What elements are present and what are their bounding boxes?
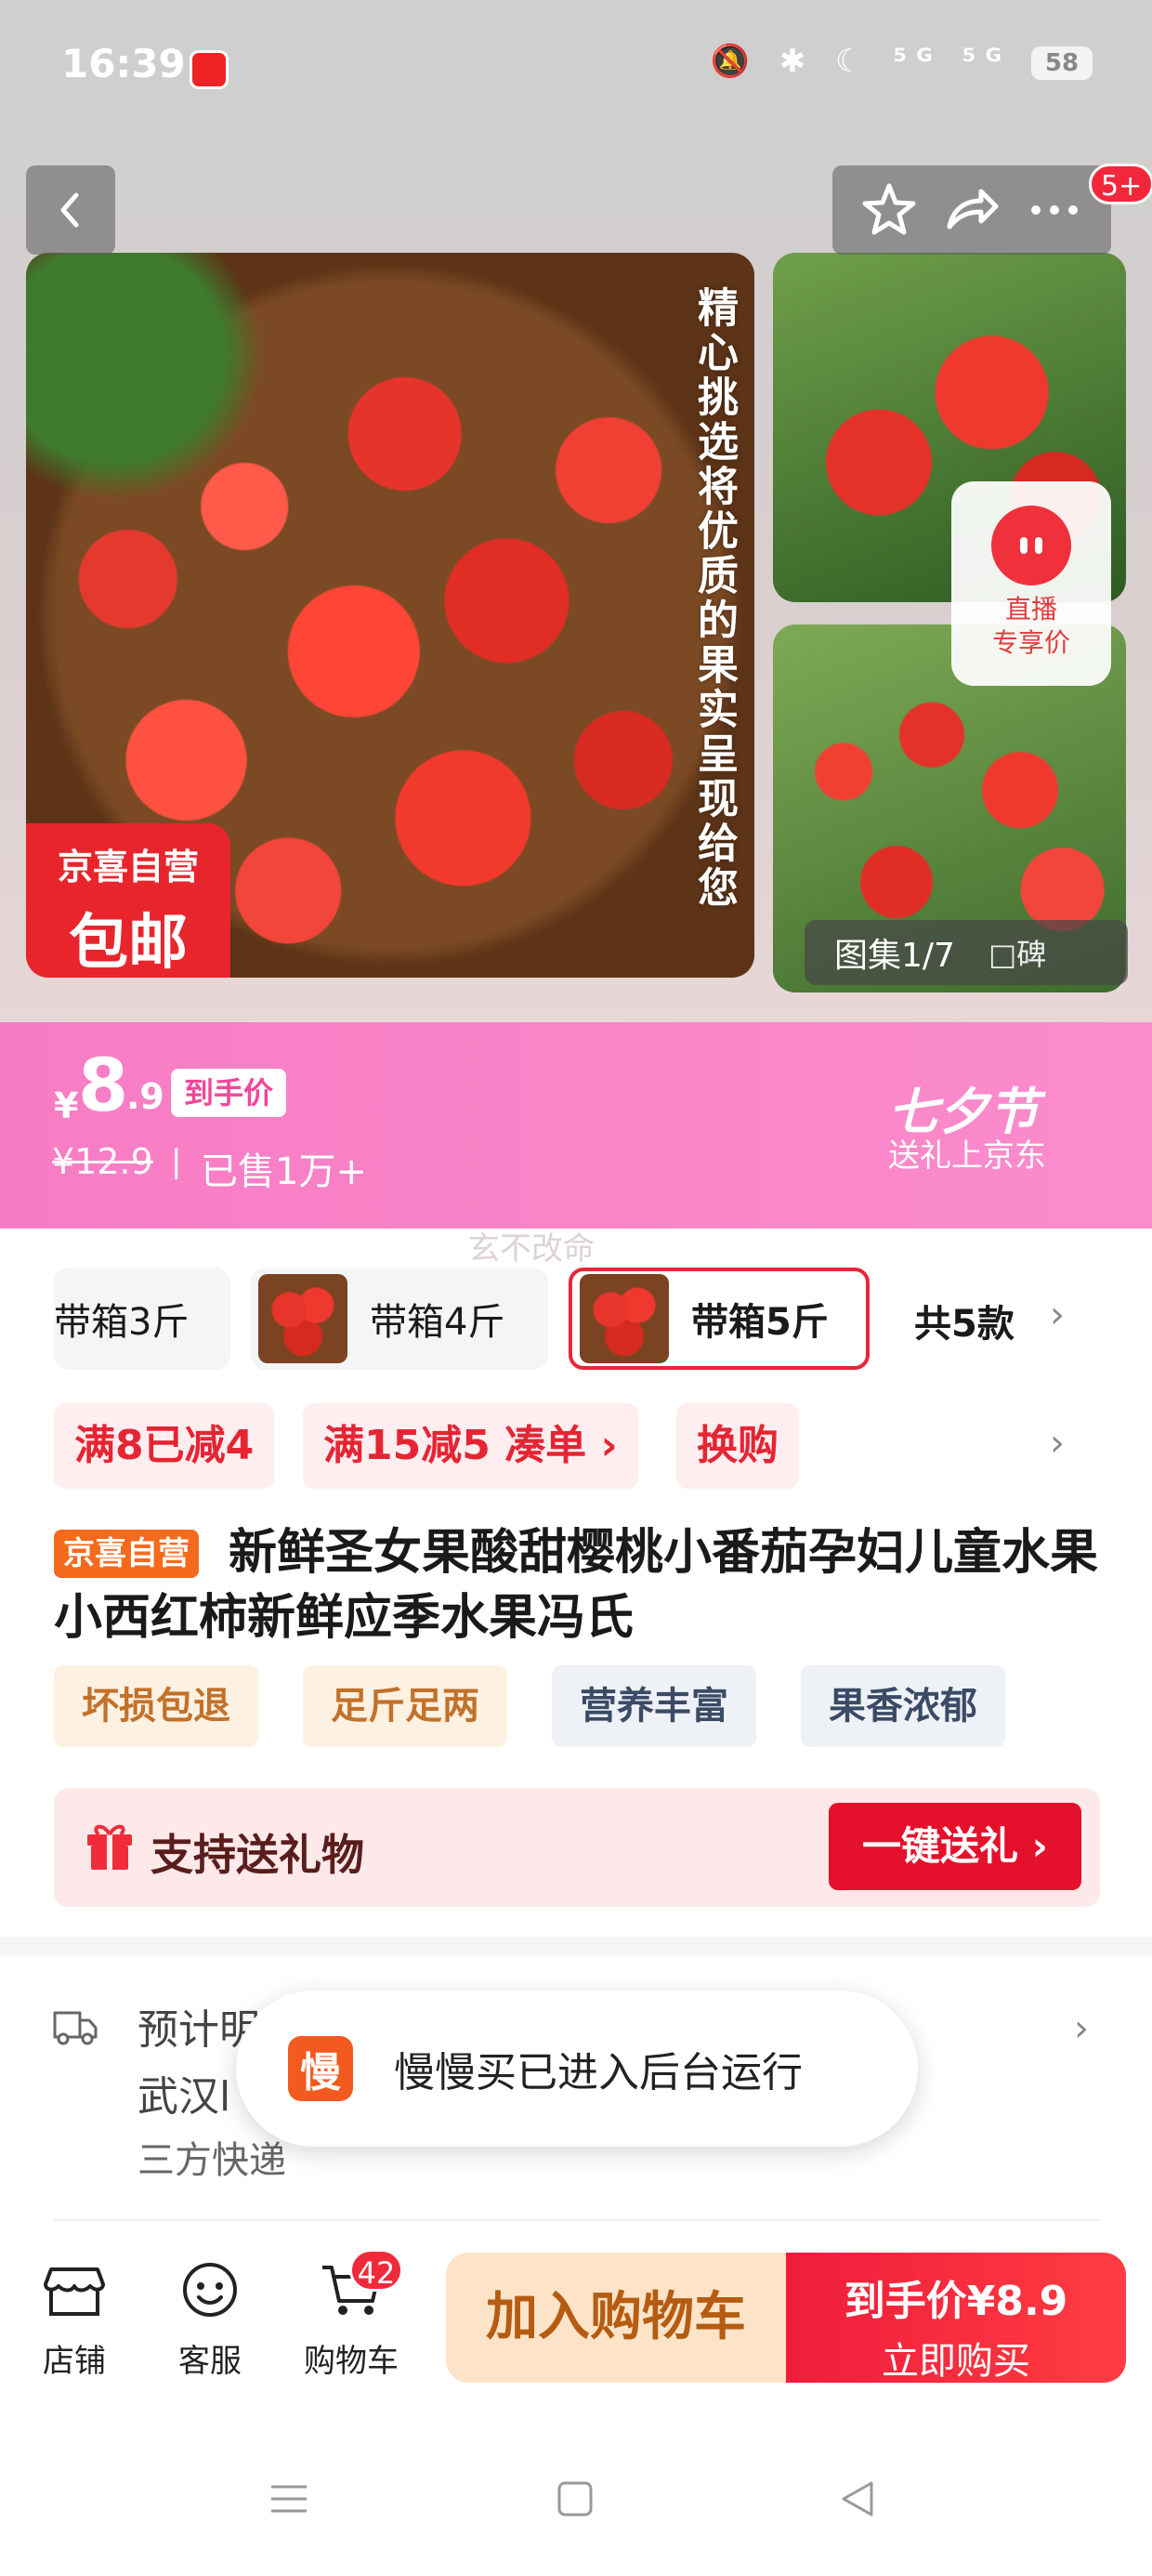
original-price: ¥12.9 — [52, 1141, 153, 1182]
share-icon[interactable] — [942, 180, 1001, 240]
back-nav-icon[interactable] — [834, 2476, 881, 2522]
battery-icon: 58 — [1031, 46, 1093, 80]
back-button[interactable] — [26, 165, 115, 255]
promo-discount[interactable]: 满8已减4 — [54, 1403, 275, 1489]
variant-thumbnail — [580, 1274, 669, 1363]
manmanmai-app-icon: 慢 — [288, 2036, 353, 2101]
live-label-line1: 直播 — [1004, 594, 1057, 624]
gift-label: 支持送礼物 — [151, 1830, 364, 1880]
add-to-cart-button[interactable]: 加入购物车 — [446, 2253, 786, 2383]
feature-tag-3: 营养丰富 — [552, 1665, 756, 1747]
background-running-toast: 慢 慢慢买已进入后台运行 — [236, 1991, 918, 2147]
live-icon — [991, 506, 1071, 585]
festival-subtitle: 送礼上京东 — [888, 1137, 1046, 1175]
feature-tag-2: 足斤足两 — [303, 1665, 507, 1747]
product-gallery: 16:39 🔕 ✱ ☾ ⁵ᴳ ⁵ᴳ 58 精心挑选将优质的果实呈现给您 京喜自营… — [0, 0, 1152, 1022]
delivery-carrier: 三方快递 — [137, 2139, 286, 2182]
review-tab-text: □碑 — [988, 937, 1047, 972]
product-title: 新鲜圣女果酸甜樱桃小番茄孕妇儿童水果小西红柿新鲜应季水果冯氏 — [54, 1525, 1099, 1646]
variant-option-1[interactable]: 带箱3斤 — [54, 1268, 230, 1370]
feature-tag-4: 果香浓郁 — [801, 1665, 1005, 1747]
gallery-counter[interactable]: 图集1/7 □碑 — [805, 920, 1128, 985]
promo-exchange[interactable]: 换购 — [676, 1403, 799, 1489]
delivery-truck-icon — [53, 2011, 98, 2045]
live-label-line2: 专享价 — [991, 627, 1070, 658]
toast-message: 慢慢买已进入后台运行 — [394, 2049, 803, 2096]
send-gift-button[interactable]: 一键送礼 › — [829, 1803, 1081, 1890]
status-time: 16:39 — [61, 41, 186, 86]
favorite-star-icon[interactable] — [859, 180, 919, 240]
variant-label: 带箱5斤 — [691, 1301, 829, 1344]
section-divider — [0, 1937, 1152, 1955]
message-badge: 5+ — [1089, 164, 1152, 204]
store-label: 店铺 — [43, 2343, 106, 2380]
price-decimal: .9 — [126, 1076, 164, 1117]
gallery-counter-text: 图集1/7 — [834, 937, 955, 975]
feature-tag-1: 坏损包退 — [54, 1665, 258, 1747]
variant-label: 带箱3斤 — [54, 1301, 190, 1344]
badge-line1: 京喜自营 — [57, 847, 199, 887]
watermark: 玄不改命 — [468, 1230, 595, 1268]
price-integer: 8 — [78, 1045, 129, 1128]
delivery-chevron-icon[interactable]: › — [1074, 2007, 1089, 2050]
store-icon — [44, 2267, 105, 2316]
gift-icon — [87, 1824, 132, 1870]
home-nav-icon[interactable] — [552, 2476, 598, 2522]
menu-nav-icon[interactable] — [266, 2476, 312, 2522]
more-icon[interactable] — [1025, 180, 1084, 240]
cart-label: 购物车 — [304, 2343, 399, 2380]
variant-label: 带箱4斤 — [370, 1301, 505, 1344]
customer-service-label: 客服 — [178, 2343, 242, 2380]
main-product-photo[interactable]: 精心挑选将优质的果实呈现给您 京喜自营 包邮 — [26, 253, 754, 978]
app-notification-icon — [190, 50, 229, 89]
status-indicator-icons: 🔕 ✱ ☾ ⁵ᴳ ⁵ᴳ — [710, 43, 1012, 80]
buy-now-label: 立即购买 — [882, 2340, 1030, 2383]
variant-option-2[interactable]: 带箱4斤 — [251, 1268, 548, 1370]
status-icons: 🔕 ✱ ☾ ⁵ᴳ ⁵ᴳ 58 — [711, 43, 1093, 80]
variant-option-3-selected[interactable]: 带箱5斤 — [569, 1268, 870, 1370]
badge-line2: 包邮 — [69, 909, 188, 978]
promotions-chevron-icon[interactable]: › — [1050, 1422, 1065, 1465]
variant-count[interactable]: 共5款 — [914, 1294, 1015, 1347]
delivery-address: 武汉l — [137, 2073, 231, 2121]
chat-face-icon — [183, 2263, 237, 2317]
price-currency: ¥ — [54, 1085, 79, 1126]
sold-count: 已售1万+ — [201, 1150, 367, 1193]
variant-thumbnail — [258, 1274, 347, 1363]
buy-now-price: 到手价¥8.9 — [844, 2278, 1068, 2325]
bottom-separator — [54, 2219, 1100, 2221]
price-separator: | — [171, 1143, 182, 1180]
self-operated-tag: 京喜自营 — [54, 1530, 199, 1578]
store-tab[interactable]: 店铺 — [19, 2260, 130, 2381]
variants-chevron-icon[interactable]: › — [1050, 1294, 1065, 1336]
promo-bundle[interactable]: 满15减5 凑单 › — [303, 1403, 638, 1489]
live-price-button[interactable]: 直播 专享价 — [951, 481, 1111, 686]
buy-now-button[interactable]: 到手价¥8.9 立即购买 — [786, 2253, 1126, 2383]
cart-count-badge: 42 — [349, 2249, 403, 2292]
final-price-tag: 到手价 — [171, 1069, 287, 1117]
photo-overlay-text: 精心挑选将优质的果实呈现给您 — [690, 286, 738, 911]
self-operated-badge: 京喜自营 包邮 — [26, 823, 230, 978]
back-arrow-icon — [60, 192, 79, 228]
header-actions — [832, 165, 1111, 255]
customer-service-tab[interactable]: 客服 — [154, 2260, 266, 2381]
